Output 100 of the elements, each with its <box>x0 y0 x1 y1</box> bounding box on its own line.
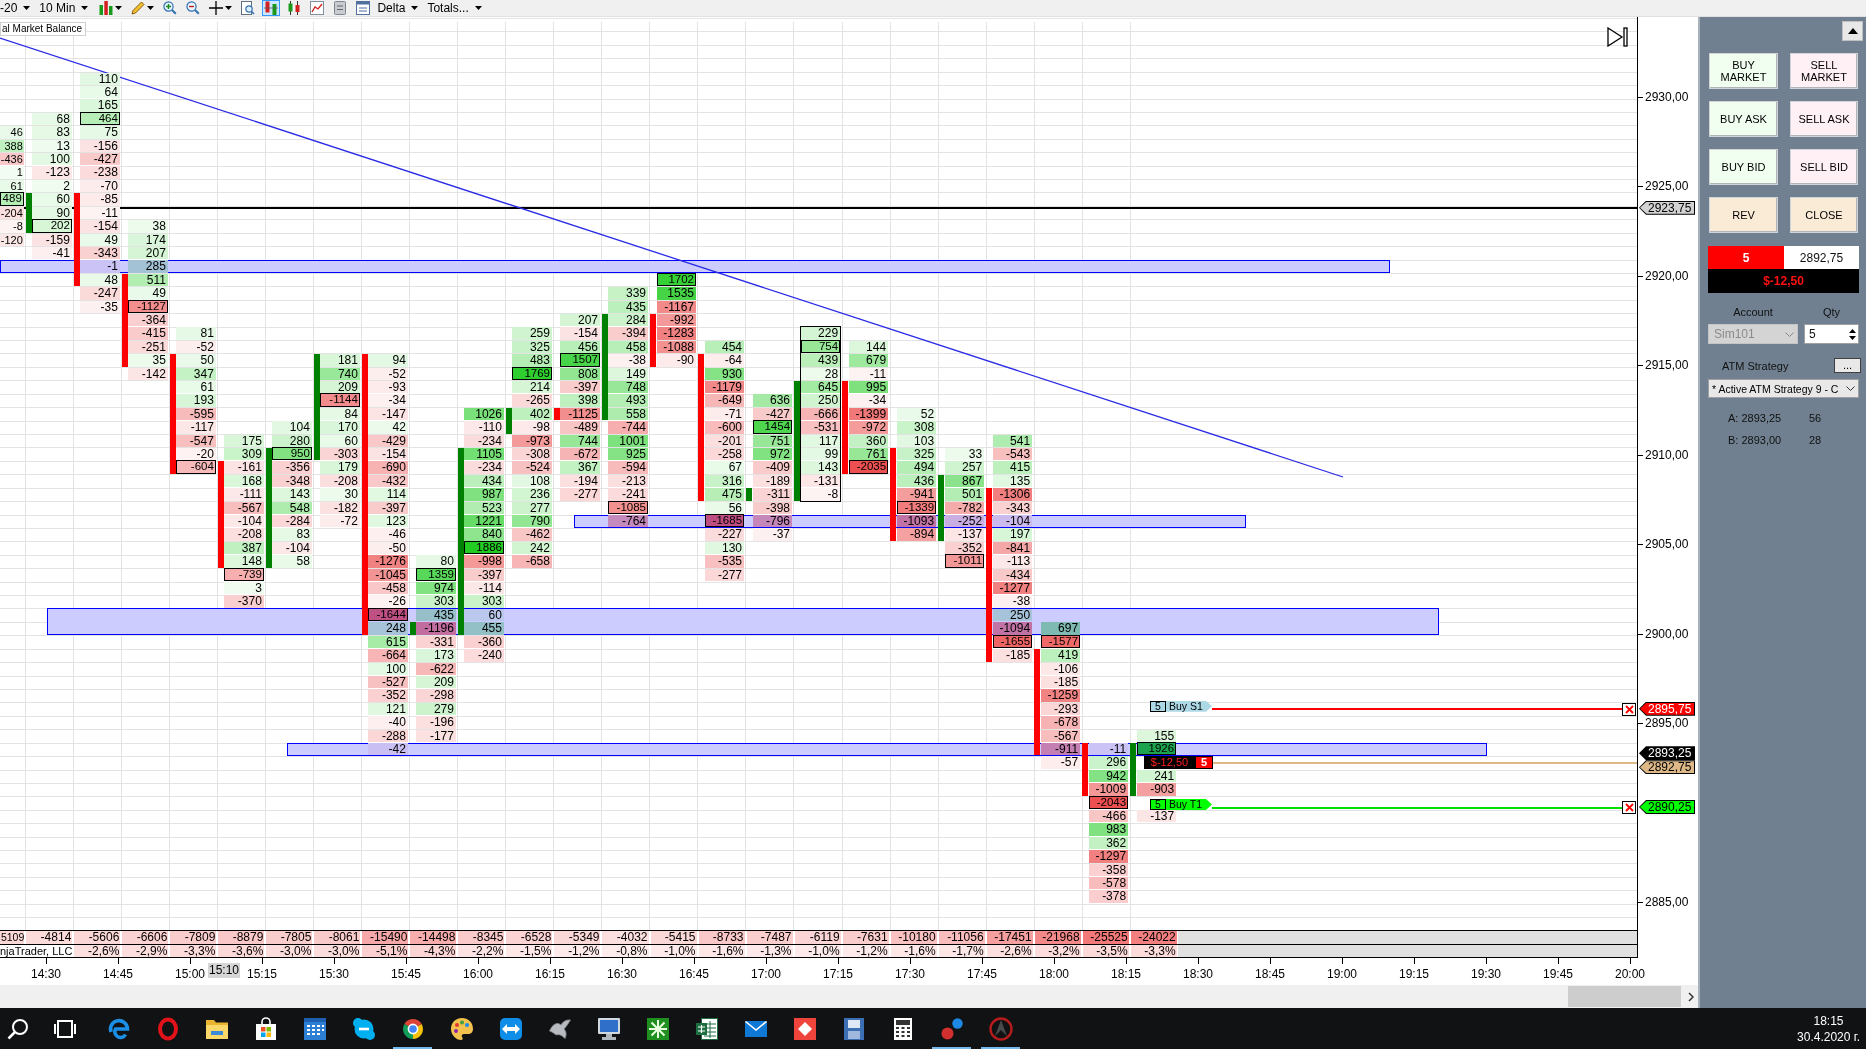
caret-down-icon <box>225 6 233 10</box>
diamond-tile-icon[interactable] <box>792 1016 817 1041</box>
order-button[interactable]: SELL BID <box>1790 149 1858 185</box>
footprint-cell: -298 <box>416 689 456 702</box>
segmented-circle-icon[interactable] <box>400 1016 425 1041</box>
caret-up-icon[interactable] <box>1849 328 1856 333</box>
emblem-icon[interactable] <box>988 1016 1013 1041</box>
footprint-cell: 181 <box>320 354 360 367</box>
order-button[interactable]: BUY MARKET <box>1709 53 1778 89</box>
monitor-icon[interactable] <box>596 1016 621 1041</box>
footprint-cell: 250 <box>800 394 841 407</box>
bird-icon[interactable] <box>547 1016 572 1041</box>
order-label[interactable]: Buy S1 <box>1166 700 1212 712</box>
footprint-cell: -85 <box>80 193 120 206</box>
footprint-cell: -567 <box>224 501 264 515</box>
order-button[interactable]: REV <box>1709 197 1778 233</box>
footprint-cell: 679 <box>848 354 889 367</box>
toolbar-button[interactable] <box>97 0 125 16</box>
footprint-cell: 28 <box>800 367 841 380</box>
footprint-cell: -466 <box>1088 809 1129 823</box>
footprint-cell: 415 <box>992 461 1033 474</box>
toolbar-dropdown[interactable]: 10 Min <box>39 0 93 16</box>
footprint-cell: -1276 <box>368 555 408 568</box>
toolbar-button[interactable] <box>207 0 235 16</box>
footprint-cell: 90 <box>32 206 72 220</box>
skip-end-icon[interactable] <box>1607 27 1628 47</box>
qty-field[interactable]: 5 <box>1804 324 1859 344</box>
footprint-cell: 193 <box>176 394 216 407</box>
caret-down-icon[interactable] <box>1849 335 1856 340</box>
swirl-icon[interactable] <box>106 1016 131 1041</box>
scrollbar-thumb[interactable] <box>1568 986 1681 1007</box>
order-line[interactable] <box>1212 708 1622 711</box>
footprint-cell: 402 <box>512 407 552 421</box>
chevron-right-icon[interactable] <box>1688 992 1694 1002</box>
order-label[interactable]: Buy T1 <box>1166 799 1212 811</box>
delta-percent: -1,0% <box>650 945 697 957</box>
footprint-cell: 974 <box>416 582 456 595</box>
footprint-cell: -288 <box>368 729 408 742</box>
footprint-cell: 362 <box>1088 836 1129 850</box>
atm-strategy-dropdown[interactable]: * Active ATM Strategy 9 - C <box>1708 379 1859 398</box>
atm-settings-button[interactable]: ... <box>1834 358 1861 373</box>
footprint-cell: 173 <box>416 649 456 662</box>
chevron-down-icon <box>1846 386 1855 391</box>
delta-total: -7487 <box>746 931 793 944</box>
palette-icon[interactable] <box>449 1016 474 1041</box>
scroll-up-button[interactable] <box>1842 21 1863 41</box>
footprint-cell: -234 <box>464 434 504 447</box>
position-pnl: $-12,50 <box>1144 756 1195 770</box>
spreadsheet-icon[interactable] <box>694 1016 719 1041</box>
footprint-cell: -782 <box>944 501 985 515</box>
footprint-cell: 149 <box>608 367 648 380</box>
search-icon[interactable] <box>6 1016 30 1041</box>
delta-percent: -3,6% <box>218 945 265 957</box>
dots-icon[interactable] <box>939 1016 964 1041</box>
footprint-cell: 207 <box>128 246 168 260</box>
order-button[interactable]: BUY BID <box>1709 149 1778 185</box>
toolbar-button[interactable] <box>129 0 157 16</box>
delta-total: -8733 <box>698 931 745 944</box>
footprint-cell: -154 <box>368 448 408 461</box>
order-quantity[interactable]: 5 <box>1150 700 1166 712</box>
toolbar-dropdown[interactable]: -20 <box>0 0 35 16</box>
footprint-cell: 867 <box>944 474 985 488</box>
footprint-cell: -972 <box>848 421 889 434</box>
footprint-cell: 144 <box>848 340 889 354</box>
order-button[interactable]: SELL ASK <box>1790 101 1858 137</box>
footprint-cell: 995 <box>848 380 889 394</box>
zoom-in-icon <box>163 1 178 15</box>
cancel-order-button[interactable] <box>1622 801 1636 815</box>
footprint-cell: 790 <box>512 515 552 528</box>
footprint-cell: -11 <box>848 367 889 380</box>
footprint-cell: 697 <box>1040 622 1081 635</box>
footprint-cell: -142 <box>128 367 168 380</box>
order-quantity[interactable]: 5 <box>1150 799 1166 811</box>
cancel-order-button[interactable] <box>1622 702 1636 716</box>
calendar-icon[interactable] <box>302 1016 327 1041</box>
toolbar-dropdown[interactable]: Delta <box>377 0 423 16</box>
position-quantity: 5 <box>1195 756 1213 770</box>
footprint-cell: 35 <box>128 354 168 367</box>
order-button[interactable]: CLOSE <box>1790 197 1858 233</box>
indicator-label: al Market Balance <box>0 22 87 36</box>
time-label: 18:15 <box>1111 967 1141 981</box>
footprint-cell: 1105 <box>464 448 504 461</box>
order-button[interactable]: SELL MARKET <box>1790 53 1858 89</box>
toolbar-dropdown[interactable]: Totals... <box>427 0 486 16</box>
footprint-cell: -34 <box>368 394 408 407</box>
footprint-cell: -37 <box>752 528 793 541</box>
order-button[interactable]: BUY ASK <box>1709 101 1778 137</box>
footprint-cell: 94 <box>368 354 408 367</box>
chat-bubble-icon[interactable] <box>351 1016 376 1041</box>
footprint-cell: 83 <box>272 528 312 541</box>
footprint-cell: 388 <box>0 139 24 153</box>
footprint-cell: -1167 <box>656 300 696 313</box>
footprint-cell: -594 <box>608 461 648 474</box>
time-label: 17:00 <box>751 967 781 981</box>
shopping-bag-icon[interactable] <box>253 1016 278 1041</box>
footprint-cell: -182 <box>320 501 360 515</box>
delta-total: -7805 <box>266 931 313 944</box>
burst-icon[interactable] <box>645 1016 670 1041</box>
horizontal-scrollbar[interactable] <box>0 985 1698 1008</box>
ring-icon[interactable] <box>155 1016 180 1041</box>
